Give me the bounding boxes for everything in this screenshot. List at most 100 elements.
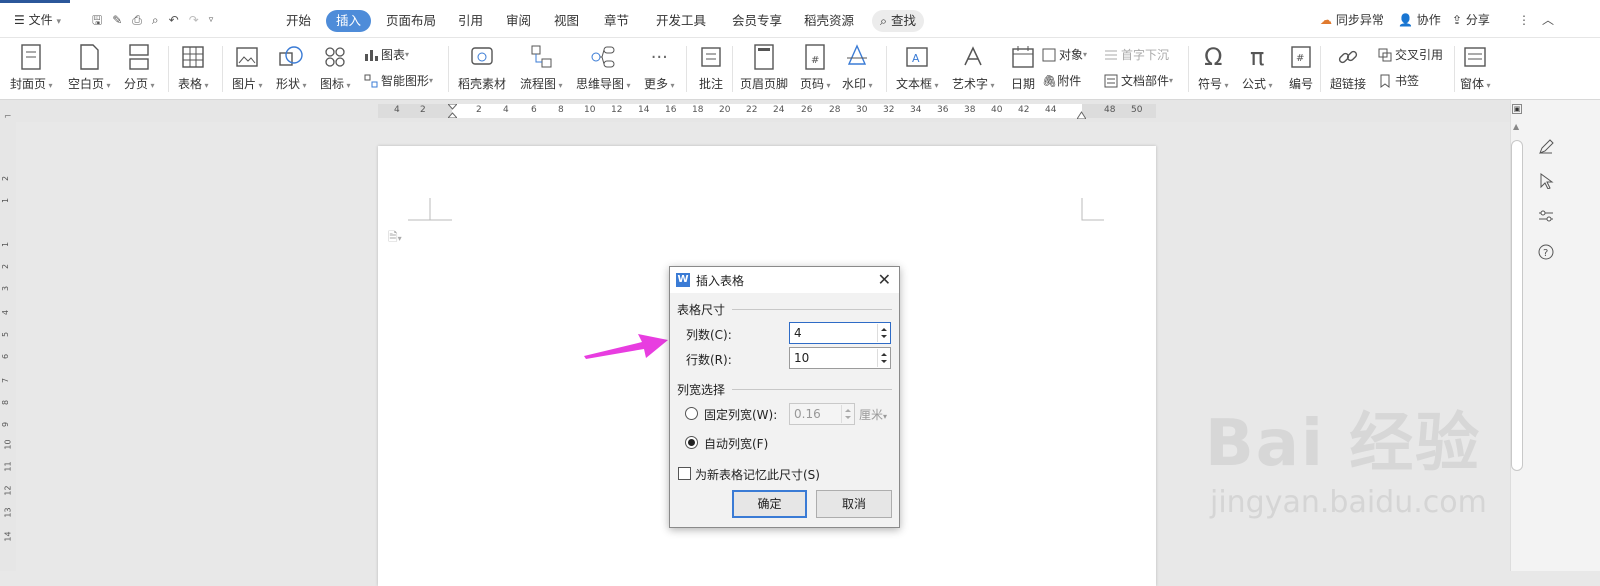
tab-review[interactable]: 审阅 bbox=[500, 10, 537, 32]
attachment-button[interactable]: 🖇 附件 bbox=[1042, 72, 1081, 89]
spinner-arrows-icon[interactable] bbox=[877, 324, 889, 342]
chart-button[interactable]: 图表 ▾ bbox=[364, 46, 409, 63]
fixed-width-input[interactable]: 0.16 bbox=[789, 403, 855, 425]
more-options-icon[interactable]: ⋮ bbox=[1518, 10, 1530, 30]
crossref-button[interactable]: 交叉引用 bbox=[1378, 46, 1443, 63]
paste-options-icon[interactable]: 🗎▾ bbox=[388, 228, 402, 249]
collab-button[interactable]: 👤 协作 bbox=[1398, 10, 1441, 30]
doc-parts-button[interactable]: 文档部件 ▾ bbox=[1104, 72, 1173, 89]
close-icon[interactable]: ✕ bbox=[878, 270, 891, 289]
tab-stop-icon[interactable]: ⌐ bbox=[4, 112, 12, 122]
hyperlink-button[interactable]: 超链接 bbox=[1330, 42, 1366, 92]
title-bar: ☰ 文件 ▾ 🖫 ✎ ⎙ ⌕ ↶ ↷ ▿ 开始 插入 页面布局 引用 审阅 视图… bbox=[0, 0, 1600, 38]
object-icon bbox=[1042, 48, 1056, 61]
symbol-button[interactable]: Ω 符号 ▾ bbox=[1198, 42, 1229, 92]
rows-input[interactable]: 10 bbox=[789, 347, 891, 369]
ruler-number: 26 bbox=[801, 105, 813, 115]
comment-button[interactable]: 批注 bbox=[696, 42, 726, 92]
tab-home[interactable]: 开始 bbox=[280, 10, 317, 32]
header-footer-icon bbox=[749, 42, 779, 72]
picture-button[interactable]: 图片 ▾ bbox=[232, 42, 263, 92]
cover-page-button[interactable]: 封面页 ▾ bbox=[10, 42, 53, 92]
smart-art-button[interactable]: 智能图形 ▾ bbox=[364, 72, 433, 89]
print-preview-icon[interactable]: ⌕ bbox=[152, 10, 159, 30]
mindmap-button[interactable]: 思维导图 ▾ bbox=[576, 42, 631, 92]
select-cursor-icon[interactable] bbox=[1535, 170, 1557, 192]
ruler-number: 9 bbox=[1, 421, 11, 428]
textbox-button[interactable]: A 文本框 ▾ bbox=[896, 42, 939, 92]
wordart-button[interactable]: 艺术字 ▾ bbox=[952, 42, 995, 92]
search-box[interactable]: ⌕ 查找 bbox=[872, 10, 925, 32]
ribbon-separator bbox=[1188, 46, 1189, 92]
help-icon[interactable]: ? bbox=[1535, 241, 1557, 263]
page-number-button[interactable]: # 页码 ▾ bbox=[800, 42, 831, 92]
page-break-button[interactable]: 分页 ▾ bbox=[124, 42, 155, 92]
print-icon[interactable]: ⎙ bbox=[132, 10, 142, 30]
columns-input[interactable]: 4 bbox=[789, 322, 891, 344]
edit-pen-icon[interactable] bbox=[1535, 136, 1557, 158]
file-menu[interactable]: ☰ 文件 ▾ bbox=[14, 10, 61, 30]
ok-button[interactable]: 确定 bbox=[732, 490, 807, 518]
indent-marker-icon[interactable] bbox=[446, 103, 459, 119]
redo-icon[interactable]: ↷ bbox=[189, 10, 199, 30]
docer-material-button[interactable]: 稻壳素材 bbox=[458, 42, 506, 92]
ruler-number: 6 bbox=[531, 105, 537, 115]
tab-developer[interactable]: 开发工具 bbox=[650, 10, 712, 32]
save-icon[interactable]: 🖫 bbox=[92, 10, 102, 30]
more-button[interactable]: ··· 更多 ▾ bbox=[644, 42, 675, 92]
tab-page-layout[interactable]: 页面布局 bbox=[380, 10, 442, 32]
blank-page-button[interactable]: 空白页 ▾ bbox=[68, 42, 111, 92]
object-button[interactable]: 对象 ▾ bbox=[1042, 46, 1087, 63]
bookmark-button[interactable]: 书签 bbox=[1378, 72, 1419, 89]
date-button[interactable]: 日期 bbox=[1008, 42, 1038, 92]
spinner-arrows-icon[interactable] bbox=[841, 405, 853, 423]
comment-icon bbox=[696, 42, 726, 72]
tab-docer[interactable]: 稻壳资源 bbox=[798, 10, 860, 32]
remember-size-checkbox[interactable] bbox=[678, 467, 691, 480]
sync-status[interactable]: ☁ 同步异常 bbox=[1320, 10, 1384, 30]
shape-button[interactable]: 形状 ▾ bbox=[276, 42, 307, 92]
ruler-margin-left bbox=[378, 104, 452, 118]
bookmark-icon bbox=[1380, 74, 1390, 88]
tab-chapter[interactable]: 章节 bbox=[598, 10, 635, 32]
share-icon: ⇪ bbox=[1452, 13, 1463, 27]
table-icon bbox=[178, 42, 208, 72]
collapse-ribbon-icon[interactable]: ︿ bbox=[1542, 10, 1554, 30]
share-button[interactable]: ⇪ 分享 bbox=[1452, 10, 1490, 30]
customize-icon[interactable]: ▿ bbox=[209, 10, 214, 30]
dropcap-button[interactable]: 首字下沉 bbox=[1104, 46, 1169, 63]
table-button[interactable]: 表格 ▾ bbox=[178, 42, 209, 92]
flowchart-button[interactable]: 流程图 ▾ bbox=[520, 42, 563, 92]
auto-width-radio[interactable] bbox=[685, 436, 698, 449]
right-indent-marker-icon[interactable] bbox=[1076, 108, 1087, 120]
tab-insert[interactable]: 插入 bbox=[326, 10, 372, 32]
tab-references[interactable]: 引用 bbox=[452, 10, 489, 32]
numbering-button[interactable]: # 编号 bbox=[1286, 42, 1316, 92]
window-button[interactable]: 窗体 ▾ bbox=[1460, 42, 1491, 92]
icon-library-icon bbox=[320, 42, 350, 72]
annotation-arrow bbox=[584, 334, 668, 359]
tab-view[interactable]: 视图 bbox=[548, 10, 585, 32]
vertical-scrollbar[interactable] bbox=[1511, 140, 1523, 471]
dropcap-icon bbox=[1105, 50, 1117, 59]
horizontal-ruler[interactable]: 4 2 2 4 6 8 10 12 14 16 18 20 22 24 26 28 30 32 34 36 38 40 42… bbox=[0, 100, 1510, 122]
scroll-up-icon[interactable]: ▲ bbox=[1513, 122, 1519, 131]
icon-library-button[interactable]: 图标 ▾ bbox=[320, 42, 351, 92]
settings-sliders-icon[interactable] bbox=[1535, 205, 1557, 227]
tab-member[interactable]: 会员专享 bbox=[726, 10, 788, 32]
vertical-ruler[interactable]: 2 1 1 2 3 4 5 6 7 8 9 10 11 12 13 14 bbox=[0, 122, 16, 571]
baidu-watermark: Bai 经验 bbox=[1205, 407, 1482, 481]
split-view-icon[interactable]: ▣ bbox=[1512, 104, 1522, 114]
header-footer-button[interactable]: 页眉页脚 bbox=[740, 42, 788, 92]
unit-select[interactable]: 厘米▾ bbox=[859, 406, 887, 423]
link-icon bbox=[1333, 42, 1363, 72]
fixed-width-radio[interactable] bbox=[685, 407, 698, 420]
undo-icon[interactable]: ↶ bbox=[169, 10, 179, 30]
formula-button[interactable]: π 公式 ▾ bbox=[1242, 42, 1273, 92]
ruler-number: 16 bbox=[665, 105, 677, 115]
ribbon-separator bbox=[1454, 46, 1455, 92]
cancel-button[interactable]: 取消 bbox=[816, 490, 892, 518]
spinner-arrows-icon[interactable] bbox=[877, 349, 889, 367]
format-painter-icon[interactable]: ✎ bbox=[112, 10, 122, 30]
watermark-button[interactable]: 水印 ▾ bbox=[842, 42, 873, 92]
